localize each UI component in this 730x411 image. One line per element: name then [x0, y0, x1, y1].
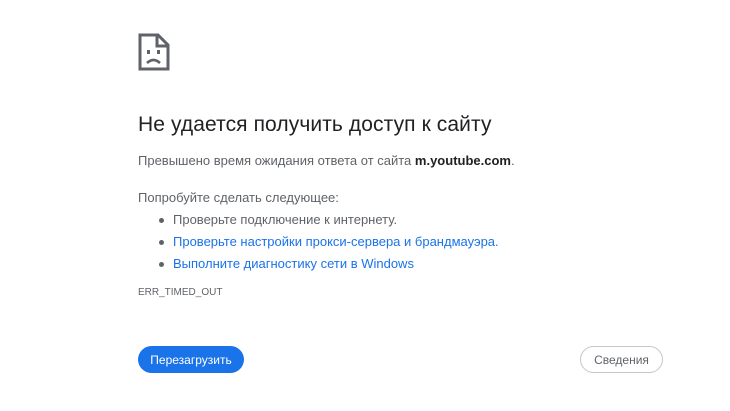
- details-button[interactable]: Сведения: [580, 346, 663, 373]
- sad-document-icon: [138, 33, 170, 71]
- reload-button[interactable]: Перезагрузить: [138, 346, 244, 373]
- description-text: Превышено время ожидания ответа от сайта: [138, 153, 415, 168]
- suggestion-check-proxy-firewall: Проверьте настройки прокси-сервера и бра…: [138, 231, 499, 253]
- error-title: Не удается получить доступ к сайту: [138, 113, 492, 136]
- suggestion-network-diagnostics: Выполните диагностику сети в Windows: [138, 253, 499, 275]
- network-diagnostics-link[interactable]: Выполните диагностику сети в Windows: [173, 256, 414, 271]
- suggestions-heading: Попробуйте сделать следующее:: [138, 190, 339, 205]
- suggestion-text: Проверьте подключение к интернету.: [173, 212, 398, 227]
- error-description: Превышено время ожидания ответа от сайта…: [138, 153, 515, 168]
- description-suffix: .: [510, 153, 515, 168]
- proxy-firewall-link[interactable]: Проверьте настройки прокси-сервера и бра…: [173, 234, 499, 249]
- suggestions-list: Проверьте подключение к интернету. Прове…: [138, 209, 499, 275]
- site-host: m.youtube.com: [414, 153, 511, 168]
- error-code: ERR_TIMED_OUT: [138, 287, 223, 298]
- suggestion-check-connection: Проверьте подключение к интернету.: [138, 209, 499, 231]
